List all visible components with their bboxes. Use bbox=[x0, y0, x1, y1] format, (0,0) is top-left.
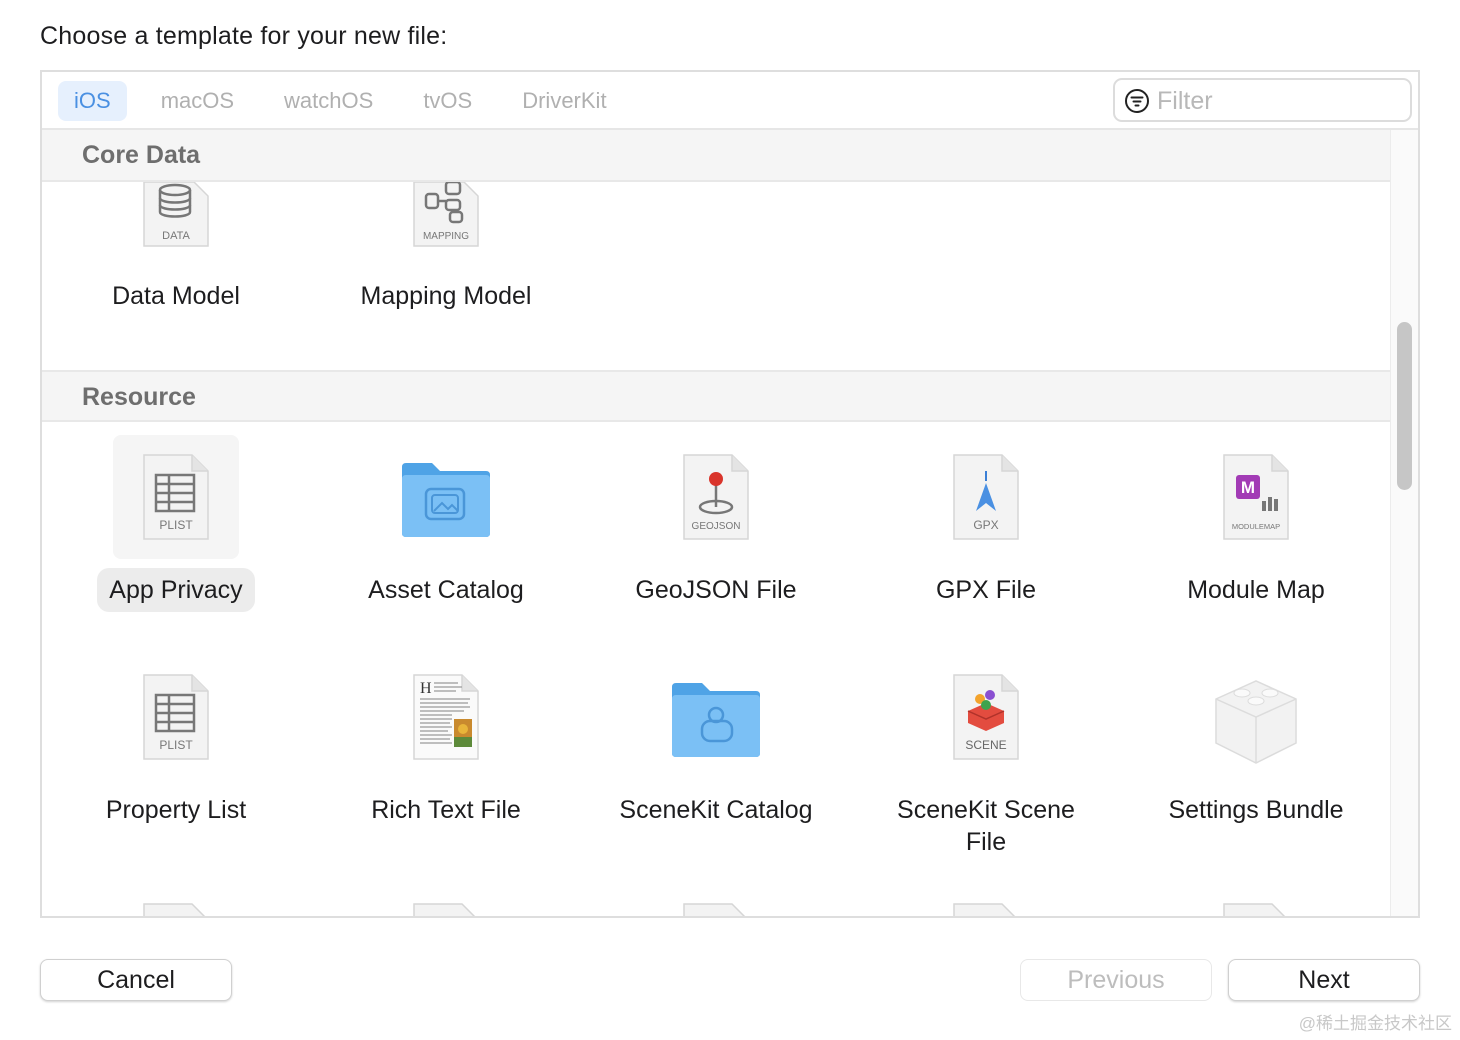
platform-tab-bar: iOS macOS watchOS tvOS DriverKit bbox=[42, 72, 1418, 130]
cancel-button[interactable]: Cancel bbox=[40, 959, 232, 1001]
file-icon bbox=[1223, 903, 1286, 916]
file-badge: GEOJSON bbox=[692, 521, 741, 532]
template-item-app-privacy[interactable]: PLIST App Privacy bbox=[56, 435, 296, 625]
database-icon: DATA bbox=[143, 182, 209, 247]
tab-ios[interactable]: iOS bbox=[58, 81, 127, 121]
template-label-text: App Privacy bbox=[97, 568, 255, 612]
previous-button[interactable]: Previous bbox=[1020, 959, 1212, 1001]
file-badge: PLIST bbox=[159, 518, 193, 532]
platform-tabs: iOS macOS watchOS tvOS DriverKit bbox=[58, 81, 635, 121]
gpx-arrow-icon: GPX bbox=[953, 454, 1019, 540]
file-badge: DATA bbox=[162, 230, 190, 242]
file-icon bbox=[953, 903, 1016, 916]
plist-icon: PLIST bbox=[143, 674, 209, 760]
tab-macos[interactable]: macOS bbox=[145, 81, 250, 121]
section-title: Core Data bbox=[82, 141, 201, 169]
scrollbar-thumb[interactable] bbox=[1397, 322, 1412, 490]
svg-text:H: H bbox=[420, 680, 432, 697]
file-icon bbox=[413, 903, 476, 916]
template-item-property-list[interactable]: PLIST Property List bbox=[56, 655, 296, 855]
tab-watchos[interactable]: watchOS bbox=[268, 81, 389, 121]
template-item-gpx-file[interactable]: GPX GPX File bbox=[866, 435, 1106, 625]
template-item-data-model[interactable]: DATA Data Model bbox=[56, 182, 296, 382]
map-pin-icon: GEOJSON bbox=[683, 454, 749, 540]
section-header-resource: Resource bbox=[42, 370, 1390, 422]
modulemap-icon: M MODULEMAP bbox=[1223, 454, 1289, 540]
tab-tvos[interactable]: tvOS bbox=[407, 81, 488, 121]
template-label: GPX File bbox=[935, 576, 1037, 604]
file-badge: SCENE bbox=[965, 738, 1006, 752]
file-badge: MODULEMAP bbox=[1232, 522, 1280, 531]
dialog-title: Choose a template for your new file: bbox=[40, 22, 448, 50]
file-badge: MAPPING bbox=[423, 231, 469, 242]
folder-photo-icon bbox=[402, 463, 490, 537]
template-label: SceneKit Scene File bbox=[866, 794, 1106, 858]
template-item-rich-text-file[interactable]: H Rich Text File bbox=[326, 655, 566, 855]
template-item-module-map[interactable]: M MODULEMAP Module Map bbox=[1136, 435, 1376, 625]
plist-icon: PLIST bbox=[143, 454, 209, 540]
section-header-core-data: Core Data bbox=[42, 130, 1390, 182]
rich-text-icon: H bbox=[413, 674, 479, 760]
template-label: Settings Bundle bbox=[1168, 796, 1344, 824]
section-title: Resource bbox=[82, 383, 196, 411]
watermark: @稀土掘金技术社区 bbox=[1298, 1014, 1452, 1033]
mapping-icon: MAPPING bbox=[413, 182, 479, 247]
folder-scenekit-icon bbox=[672, 683, 760, 757]
template-label: Rich Text File bbox=[371, 796, 521, 824]
next-button[interactable]: Next bbox=[1228, 959, 1420, 1001]
template-item-settings-bundle[interactable]: Settings Bundle bbox=[1136, 655, 1376, 855]
filter-input[interactable] bbox=[1157, 84, 1402, 118]
file-icon bbox=[683, 903, 746, 916]
template-label: Asset Catalog bbox=[368, 576, 524, 604]
template-label: Data Model bbox=[112, 282, 240, 310]
template-label: App Privacy bbox=[56, 568, 296, 612]
template-label: Mapping Model bbox=[360, 282, 532, 310]
template-item-mapping-model[interactable]: MAPPING Mapping Model bbox=[326, 182, 566, 382]
template-label: SceneKit Catalog bbox=[619, 796, 813, 824]
scene-icon: SCENE bbox=[953, 674, 1019, 760]
file-icon bbox=[143, 903, 206, 916]
template-item-scenekit-catalog[interactable]: SceneKit Catalog bbox=[596, 655, 836, 855]
template-label-line2: File bbox=[965, 828, 1007, 856]
template-label: Property List bbox=[105, 796, 247, 824]
file-badge: GPX bbox=[973, 518, 998, 532]
settings-bundle-icon bbox=[1215, 680, 1297, 764]
filter-icon bbox=[1125, 89, 1149, 113]
template-label-line1: SceneKit Scene bbox=[897, 796, 1075, 824]
template-item-geojson-file[interactable]: GEOJSON GeoJSON File bbox=[596, 435, 836, 625]
template-label: GeoJSON File bbox=[635, 576, 797, 604]
template-list: Core Data DATA Data Model MAPPING Mappin… bbox=[42, 130, 1390, 916]
template-panel: iOS macOS watchOS tvOS DriverKit Core Da… bbox=[40, 70, 1420, 918]
filter-field[interactable] bbox=[1113, 78, 1412, 122]
file-badge: PLIST bbox=[159, 738, 193, 752]
template-item-asset-catalog[interactable]: Asset Catalog bbox=[326, 435, 566, 625]
vertical-scrollbar[interactable] bbox=[1390, 130, 1418, 916]
tab-driverkit[interactable]: DriverKit bbox=[506, 81, 622, 121]
svg-text:M: M bbox=[1241, 478, 1255, 497]
template-item-scenekit-scene-file[interactable]: SCENE SceneKit Scene File bbox=[866, 655, 1106, 858]
template-label: Module Map bbox=[1187, 576, 1325, 604]
